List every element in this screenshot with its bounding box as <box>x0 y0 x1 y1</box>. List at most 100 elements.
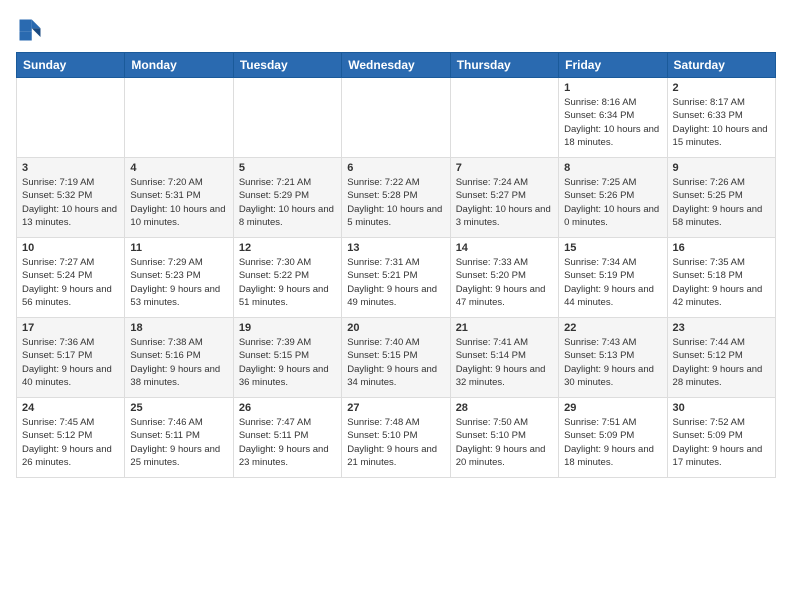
day-number: 19 <box>239 322 336 334</box>
day-cell: 2 Sunrise: 8:17 AMSunset: 6:33 PMDaylight… <box>667 78 775 158</box>
day-cell: 28 Sunrise: 7:50 AMSunset: 5:10 PMDayligh… <box>450 398 558 478</box>
day-info: Sunrise: 7:39 AMSunset: 5:15 PMDaylight:… <box>239 336 336 389</box>
day-info: Sunrise: 7:40 AMSunset: 5:15 PMDaylight:… <box>347 336 444 389</box>
page: SundayMondayTuesdayWednesdayThursdayFrid… <box>0 0 792 612</box>
day-info: Sunrise: 7:24 AMSunset: 5:27 PMDaylight:… <box>456 176 553 229</box>
day-cell: 27 Sunrise: 7:48 AMSunset: 5:10 PMDayligh… <box>342 398 450 478</box>
day-cell: 21 Sunrise: 7:41 AMSunset: 5:14 PMDayligh… <box>450 318 558 398</box>
weekday-header-tuesday: Tuesday <box>233 53 341 78</box>
week-row-3: 10 Sunrise: 7:27 AMSunset: 5:24 PMDayligh… <box>17 238 776 318</box>
day-info: Sunrise: 8:16 AMSunset: 6:34 PMDaylight:… <box>564 96 661 149</box>
day-info: Sunrise: 7:52 AMSunset: 5:09 PMDaylight:… <box>673 416 770 469</box>
day-cell: 3 Sunrise: 7:19 AMSunset: 5:32 PMDaylight… <box>17 158 125 238</box>
weekday-header-thursday: Thursday <box>450 53 558 78</box>
week-row-5: 24Sunrise: 7:45 AMSunset: 5:12 PMDayligh… <box>17 398 776 478</box>
day-info: Sunrise: 7:29 AMSunset: 5:23 PMDaylight:… <box>130 256 227 309</box>
day-cell: 30 Sunrise: 7:52 AMSunset: 5:09 PMDayligh… <box>667 398 775 478</box>
week-row-1: 1 Sunrise: 8:16 AMSunset: 6:34 PMDaylight… <box>17 78 776 158</box>
day-number: 6 <box>347 162 444 174</box>
day-info: Sunrise: 7:43 AMSunset: 5:13 PMDaylight:… <box>564 336 661 389</box>
weekday-header-row: SundayMondayTuesdayWednesdayThursdayFrid… <box>17 53 776 78</box>
day-cell: 1 Sunrise: 8:16 AMSunset: 6:34 PMDaylight… <box>559 78 667 158</box>
day-info: Sunrise: 7:30 AMSunset: 5:22 PMDaylight:… <box>239 256 336 309</box>
day-info: Sunrise: 7:47 AMSunset: 5:11 PMDaylight:… <box>239 416 336 469</box>
day-number: 17 <box>22 322 119 334</box>
day-info: Sunrise: 7:31 AMSunset: 5:21 PMDaylight:… <box>347 256 444 309</box>
day-info: Sunrise: 7:19 AMSunset: 5:32 PMDaylight:… <box>22 176 119 229</box>
weekday-header-wednesday: Wednesday <box>342 53 450 78</box>
day-cell: 5Sunrise: 7:21 AMSunset: 5:29 PMDaylight… <box>233 158 341 238</box>
day-cell: 24Sunrise: 7:45 AMSunset: 5:12 PMDayligh… <box>17 398 125 478</box>
day-info: Sunrise: 7:33 AMSunset: 5:20 PMDaylight:… <box>456 256 553 309</box>
day-number: 21 <box>456 322 553 334</box>
day-number: 22 <box>564 322 661 334</box>
day-number: 26 <box>239 402 336 414</box>
day-cell: 9 Sunrise: 7:26 AMSunset: 5:25 PMDaylight… <box>667 158 775 238</box>
day-cell: 12 Sunrise: 7:30 AMSunset: 5:22 PMDayligh… <box>233 238 341 318</box>
day-cell: 29 Sunrise: 7:51 AMSunset: 5:09 PMDayligh… <box>559 398 667 478</box>
day-info: Sunrise: 7:50 AMSunset: 5:10 PMDaylight:… <box>456 416 553 469</box>
day-cell <box>233 78 341 158</box>
day-info: Sunrise: 7:44 AMSunset: 5:12 PMDaylight:… <box>673 336 770 389</box>
day-cell: 6 Sunrise: 7:22 AMSunset: 5:28 PMDaylight… <box>342 158 450 238</box>
day-info: Sunrise: 7:38 AMSunset: 5:16 PMDaylight:… <box>130 336 227 389</box>
day-number: 7 <box>456 162 553 174</box>
day-info: Sunrise: 7:35 AMSunset: 5:18 PMDaylight:… <box>673 256 770 309</box>
weekday-header-friday: Friday <box>559 53 667 78</box>
day-info: Sunrise: 7:48 AMSunset: 5:10 PMDaylight:… <box>347 416 444 469</box>
day-info: Sunrise: 7:27 AMSunset: 5:24 PMDaylight:… <box>22 256 119 309</box>
day-number: 30 <box>673 402 770 414</box>
day-number: 1 <box>564 82 661 94</box>
day-cell <box>125 78 233 158</box>
day-cell: 23 Sunrise: 7:44 AMSunset: 5:12 PMDayligh… <box>667 318 775 398</box>
weekday-header-sunday: Sunday <box>17 53 125 78</box>
day-number: 24 <box>22 402 119 414</box>
day-number: 14 <box>456 242 553 254</box>
day-number: 15 <box>564 242 661 254</box>
day-cell: 26 Sunrise: 7:47 AMSunset: 5:11 PMDayligh… <box>233 398 341 478</box>
day-number: 12 <box>239 242 336 254</box>
day-number: 28 <box>456 402 553 414</box>
header <box>16 16 776 44</box>
week-row-2: 3 Sunrise: 7:19 AMSunset: 5:32 PMDaylight… <box>17 158 776 238</box>
day-info: Sunrise: 8:17 AMSunset: 6:33 PMDaylight:… <box>673 96 770 149</box>
day-number: 27 <box>347 402 444 414</box>
day-info: Sunrise: 7:36 AMSunset: 5:17 PMDaylight:… <box>22 336 119 389</box>
day-cell: 14 Sunrise: 7:33 AMSunset: 5:20 PMDayligh… <box>450 238 558 318</box>
day-info: Sunrise: 7:26 AMSunset: 5:25 PMDaylight:… <box>673 176 770 229</box>
logo <box>16 16 48 44</box>
day-number: 13 <box>347 242 444 254</box>
logo-icon <box>16 16 44 44</box>
day-info: Sunrise: 7:20 AMSunset: 5:31 PMDaylight:… <box>130 176 227 229</box>
day-cell: 25 Sunrise: 7:46 AMSunset: 5:11 PMDayligh… <box>125 398 233 478</box>
day-info: Sunrise: 7:34 AMSunset: 5:19 PMDaylight:… <box>564 256 661 309</box>
day-number: 23 <box>673 322 770 334</box>
day-number: 25 <box>130 402 227 414</box>
weekday-header-monday: Monday <box>125 53 233 78</box>
day-info: Sunrise: 7:22 AMSunset: 5:28 PMDaylight:… <box>347 176 444 229</box>
day-cell: 7 Sunrise: 7:24 AMSunset: 5:27 PMDaylight… <box>450 158 558 238</box>
day-cell: 22 Sunrise: 7:43 AMSunset: 5:13 PMDayligh… <box>559 318 667 398</box>
day-info: Sunrise: 7:46 AMSunset: 5:11 PMDaylight:… <box>130 416 227 469</box>
day-number: 3 <box>22 162 119 174</box>
day-cell: 10 Sunrise: 7:27 AMSunset: 5:24 PMDayligh… <box>17 238 125 318</box>
day-number: 29 <box>564 402 661 414</box>
day-number: 10 <box>22 242 119 254</box>
day-cell: 20Sunrise: 7:40 AMSunset: 5:15 PMDayligh… <box>342 318 450 398</box>
day-info: Sunrise: 7:25 AMSunset: 5:26 PMDaylight:… <box>564 176 661 229</box>
day-cell: 4 Sunrise: 7:20 AMSunset: 5:31 PMDaylight… <box>125 158 233 238</box>
day-cell: 15 Sunrise: 7:34 AMSunset: 5:19 PMDayligh… <box>559 238 667 318</box>
day-cell <box>17 78 125 158</box>
day-number: 8 <box>564 162 661 174</box>
day-cell: 11 Sunrise: 7:29 AMSunset: 5:23 PMDayligh… <box>125 238 233 318</box>
day-number: 11 <box>130 242 227 254</box>
day-number: 2 <box>673 82 770 94</box>
day-info: Sunrise: 7:51 AMSunset: 5:09 PMDaylight:… <box>564 416 661 469</box>
day-number: 4 <box>130 162 227 174</box>
day-info: Sunrise: 7:41 AMSunset: 5:14 PMDaylight:… <box>456 336 553 389</box>
day-cell <box>342 78 450 158</box>
day-number: 5 <box>239 162 336 174</box>
day-cell: 8 Sunrise: 7:25 AMSunset: 5:26 PMDaylight… <box>559 158 667 238</box>
day-cell: 13 Sunrise: 7:31 AMSunset: 5:21 PMDayligh… <box>342 238 450 318</box>
day-number: 9 <box>673 162 770 174</box>
